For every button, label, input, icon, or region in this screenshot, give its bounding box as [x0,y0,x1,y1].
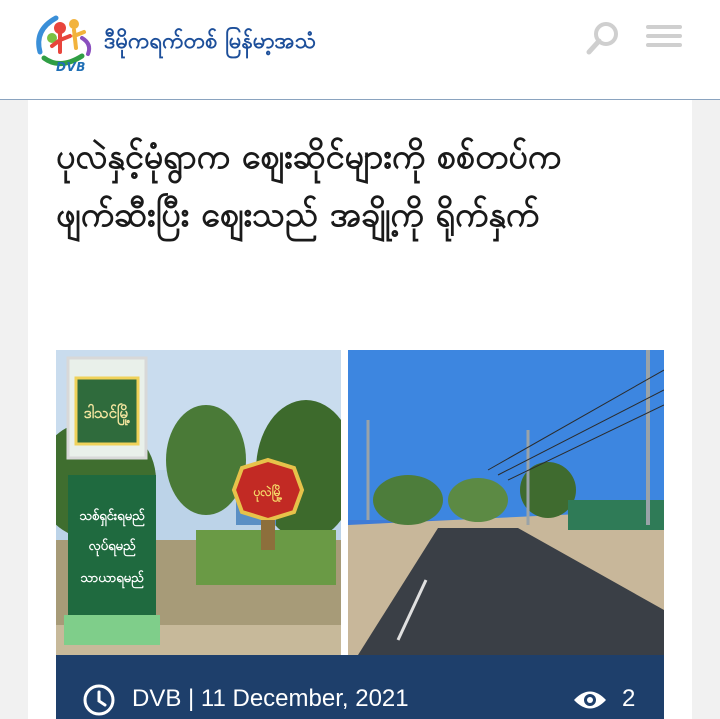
hamburger-menu-icon [646,25,682,29]
site-brand-name[interactable]: ဒီမိုကရက်တစ် မြန်မာ့အသံ [104,26,316,59]
article-card: ပုလဲနှင့်မုံရွာက ဈေးဆိုင်များကို စစ်တပ်က… [28,100,692,719]
logo-text: DVB [56,60,86,74]
article-meta-bar: DVB | 11 December, 2021 2 [56,655,664,719]
view-count: 2 [622,685,636,712]
eye-icon [574,691,606,709]
search-icon [586,22,618,55]
article-image-right[interactable] [348,350,664,655]
clock-icon [83,684,115,716]
hamburger-menu-button[interactable] [644,22,684,52]
article-image-left[interactable]: ဒါသင်မြို့ သစ်ရှင်းရမည် လုပ်ရမည် သာယာရမည… [56,350,341,655]
article-title[interactable]: ပုလဲနှင့်မုံရွာက ဈေးဆိုင်များကို စစ်တပ်က… [56,128,656,244]
author-date: DVB | 11 December, 2021 [132,685,409,712]
search-button[interactable] [584,18,624,58]
site-header: DVB ဒီမိုကရက်တစ် မြန်မာ့အသံ [0,0,720,100]
